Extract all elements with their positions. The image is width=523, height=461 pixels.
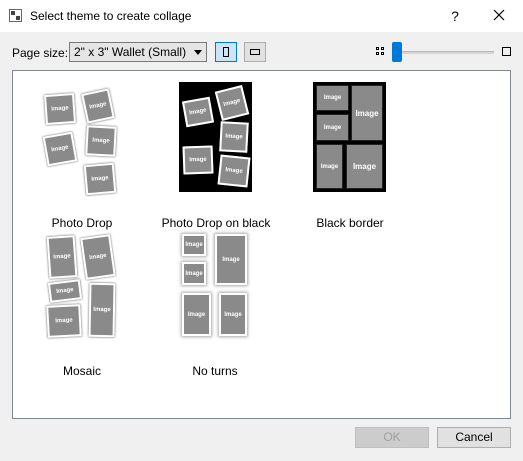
- theme-thumbnail: Image Image Image Image Image: [313, 82, 386, 192]
- large-thumbnails-icon: [502, 47, 511, 56]
- image-placeholder: Image: [219, 293, 247, 336]
- theme-thumbnail: Image Image Image Image Image: [177, 230, 253, 340]
- theme-photo-drop-on-black[interactable]: Image Image Image Image Image Photo Drop…: [156, 78, 276, 232]
- close-button[interactable]: [481, 0, 517, 32]
- image-placeholder: Image: [214, 85, 250, 121]
- image-placeholder: Image: [316, 114, 349, 141]
- image-placeholder: Image: [346, 144, 383, 189]
- image-placeholder: Image: [316, 144, 343, 189]
- image-placeholder: Image: [80, 234, 116, 280]
- image-placeholder: Image: [217, 154, 251, 188]
- window-title: Select theme to create collage: [30, 9, 192, 23]
- ok-button[interactable]: OK: [355, 427, 429, 448]
- image-placeholder: Image: [182, 293, 211, 336]
- small-thumbnails-icon: [376, 47, 385, 56]
- theme-thumbnail: Image Image Image Image Image: [179, 82, 252, 192]
- theme-label: Black border: [316, 216, 384, 230]
- image-placeholder: Image: [181, 96, 215, 128]
- image-placeholder: Image: [81, 88, 115, 124]
- app-icon: [9, 9, 22, 22]
- theme-photo-drop[interactable]: Image Image Image Image Image Photo Drop: [32, 78, 132, 232]
- image-placeholder: Image: [47, 279, 83, 303]
- image-placeholder: Image: [83, 162, 117, 196]
- image-placeholder: Image: [351, 85, 383, 141]
- portrait-orientation-button[interactable]: [215, 42, 237, 62]
- close-icon: [493, 9, 505, 21]
- image-placeholder: Image: [42, 131, 78, 167]
- help-button[interactable]: ?: [437, 0, 473, 32]
- theme-mosaic[interactable]: Image Image Image Image Image Mosaic: [32, 226, 132, 380]
- page-size-label: Page size:: [12, 46, 69, 60]
- image-placeholder: Image: [316, 85, 349, 111]
- landscape-orientation-button[interactable]: [244, 42, 266, 62]
- theme-label: No turns: [192, 364, 238, 378]
- image-placeholder: Image: [182, 234, 206, 256]
- image-placeholder: Image: [46, 235, 78, 279]
- image-placeholder: Image: [88, 282, 116, 338]
- image-placeholder: Image: [182, 145, 214, 175]
- page-size-value: 2" x 3" Wallet (Small): [74, 45, 187, 59]
- image-placeholder: Image: [46, 304, 82, 338]
- landscape-icon: [250, 49, 260, 55]
- theme-label: Mosaic: [62, 364, 101, 378]
- theme-black-border[interactable]: Image Image Image Image Image Black bord…: [300, 78, 400, 232]
- image-placeholder: Image: [85, 125, 117, 157]
- zoom-slider[interactable]: [393, 51, 494, 54]
- theme-thumbnail: Image Image Image Image Image: [44, 230, 120, 340]
- theme-no-turns[interactable]: Image Image Image Image Image No turns: [165, 226, 265, 380]
- theme-thumbnail: Image Image Image Image Image: [40, 86, 124, 196]
- image-placeholder: Image: [182, 262, 206, 285]
- theme-gallery[interactable]: Image Image Image Image Image Photo Drop…: [12, 70, 511, 419]
- title-bar: Select theme to create collage ?: [0, 0, 523, 32]
- zoom-slider-thumb[interactable]: [392, 42, 402, 62]
- image-placeholder: Image: [219, 121, 249, 153]
- portrait-icon: [223, 47, 229, 57]
- image-placeholder: Image: [43, 92, 77, 126]
- cancel-button[interactable]: Cancel: [437, 427, 511, 448]
- image-placeholder: Image: [215, 234, 247, 285]
- page-size-dropdown[interactable]: 2" x 3" Wallet (Small): [69, 42, 207, 62]
- chevron-down-icon: [194, 50, 202, 55]
